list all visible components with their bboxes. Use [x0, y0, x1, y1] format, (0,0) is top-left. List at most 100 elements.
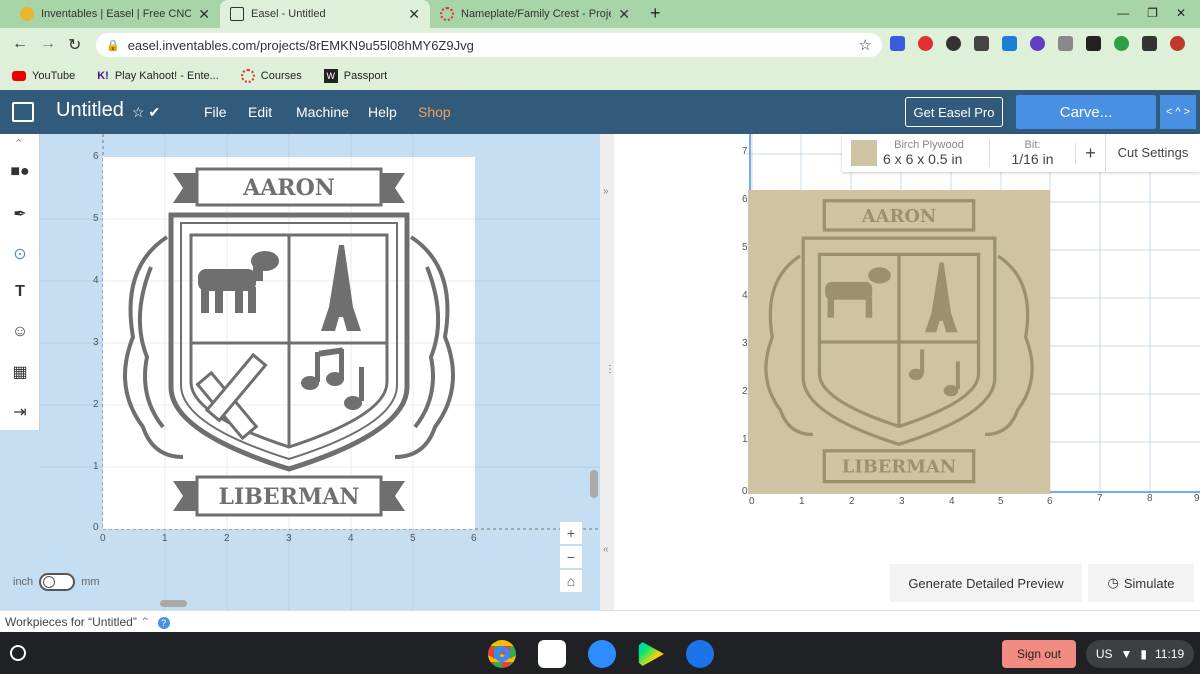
- pen-icon[interactable]: ✒: [8, 202, 32, 226]
- project-title[interactable]: Untitled: [56, 99, 124, 122]
- easel-logo-icon[interactable]: [12, 102, 34, 122]
- chrome-icon[interactable]: [488, 640, 516, 668]
- vertical-scrollbar[interactable]: [590, 470, 598, 498]
- icons-smiley-icon[interactable]: ☺: [8, 320, 32, 344]
- new-tab-button[interactable]: +: [650, 3, 661, 24]
- panel-divider[interactable]: » ⋮ «: [600, 134, 615, 610]
- tab-inventables[interactable]: Inventables | Easel | Free CNC Software …: [10, 0, 220, 28]
- get-easel-pro-button[interactable]: Get Easel Pro: [905, 97, 1003, 127]
- extension-screen-icon[interactable]: [1002, 36, 1017, 51]
- url-field[interactable]: 🔒 easel.inventables.com/projects/8rEMKN9…: [96, 33, 882, 57]
- bookmark-courses[interactable]: Courses: [240, 69, 302, 83]
- tab-nameplate[interactable]: Nameplate/Family Crest - Project ✕: [430, 0, 640, 28]
- material-picker[interactable]: Birch Plywood 6 x 6 x 0.5 in: [883, 139, 975, 167]
- camera-icon[interactable]: [538, 640, 566, 668]
- extension-grammarly-icon[interactable]: [1114, 36, 1129, 51]
- launcher-icon[interactable]: [10, 645, 26, 661]
- status-tray[interactable]: US ▼ ▮ 11:19: [1086, 640, 1194, 668]
- easel-header: Untitled ☆ ✔ File Edit Machine Help Shop…: [0, 90, 1200, 134]
- shapes-icon[interactable]: ■●: [8, 160, 32, 184]
- menu-shop[interactable]: Shop: [418, 104, 451, 120]
- extension-adblock-icon[interactable]: [918, 36, 933, 51]
- menu-help[interactable]: Help: [368, 104, 397, 120]
- saved-check-icon: ✔: [148, 104, 161, 120]
- bookmark-youtube[interactable]: YouTube: [12, 70, 75, 82]
- minimize-icon[interactable]: —: [1117, 6, 1129, 20]
- zoom-in-button[interactable]: +: [560, 522, 582, 544]
- window-controls: — ❐ ✕: [1117, 6, 1186, 20]
- material-canvas[interactable]: AARON LIBERMAN: [103, 157, 475, 529]
- forward-icon[interactable]: →: [40, 35, 56, 53]
- text-icon[interactable]: T: [8, 280, 32, 304]
- px-tick: 5: [998, 496, 1004, 507]
- tab-title: Easel - Untitled: [251, 8, 326, 20]
- passport-icon: W: [323, 69, 338, 83]
- bookmark-star-icon[interactable]: ☆: [859, 36, 872, 54]
- tab-easel-untitled[interactable]: Easel - Untitled ✕: [220, 0, 430, 28]
- extension-c-icon[interactable]: [890, 36, 905, 51]
- restore-icon[interactable]: ❐: [1147, 6, 1158, 20]
- menu-machine[interactable]: Machine: [296, 104, 349, 120]
- zoom-controls: + − ⌂: [560, 522, 584, 592]
- material-swatch[interactable]: [851, 140, 877, 166]
- bookmark-passport[interactable]: W Passport: [323, 69, 387, 83]
- clock-time: 11:19: [1155, 647, 1185, 661]
- extension-copy-icon[interactable]: [1058, 36, 1073, 51]
- generate-preview-button[interactable]: Generate Detailed Preview: [890, 564, 1082, 602]
- cut-settings-button[interactable]: Cut Settings: [1105, 134, 1200, 172]
- help-icon[interactable]: ?: [157, 617, 170, 629]
- y-tick: 0: [93, 522, 99, 533]
- reload-icon[interactable]: ↻: [68, 35, 81, 55]
- horizontal-scrollbar[interactable]: [160, 600, 187, 607]
- target-icon[interactable]: ⊙: [8, 242, 32, 266]
- px-tick: 8: [1147, 493, 1153, 504]
- x-tick: 3: [286, 533, 292, 544]
- close-tab-icon[interactable]: ✕: [198, 6, 210, 23]
- zoom-icon[interactable]: [588, 640, 616, 668]
- bookmark-kahoot[interactable]: K! Play Kahoot! - Ente...: [97, 70, 219, 82]
- files-icon[interactable]: [686, 640, 714, 668]
- profile-avatar[interactable]: [1170, 36, 1185, 51]
- play-store-icon[interactable]: [638, 640, 664, 668]
- bookmarks-bar: YouTube K! Play Kahoot! - Ente... Course…: [0, 62, 1200, 90]
- collapse-toolbar-icon[interactable]: ⌃: [14, 137, 23, 150]
- menu-file[interactable]: File: [204, 104, 227, 120]
- sign-out-button[interactable]: Sign out: [1002, 640, 1076, 668]
- workpieces-bar[interactable]: Workpieces for “Untitled” ⌃ ?: [0, 610, 1200, 632]
- y-tick: 3: [93, 337, 99, 348]
- favorite-star-icon[interactable]: ☆: [132, 104, 145, 120]
- kahoot-icon: K!: [97, 70, 109, 82]
- crest-design[interactable]: AARON LIBERMAN: [103, 157, 475, 529]
- tab-strip: Inventables | Easel | Free CNC Software …: [0, 0, 1200, 28]
- carve-button[interactable]: Carve...: [1016, 95, 1156, 129]
- inventables-favicon-icon: [20, 7, 34, 21]
- extension-monitor-icon[interactable]: [1086, 36, 1101, 51]
- close-tab-icon[interactable]: ✕: [408, 6, 420, 23]
- tab-title: Inventables | Easel | Free CNC Software: [41, 8, 191, 20]
- extension-k-icon[interactable]: [1030, 36, 1045, 51]
- carved-crest-preview: AARON LIBERMAN: [764, 199, 1034, 484]
- extension-dropper-icon[interactable]: [946, 36, 961, 51]
- bookmark-label: Play Kahoot! - Ente...: [114, 70, 219, 82]
- extension-puzzle-dark-icon[interactable]: [974, 36, 989, 51]
- apps-blocks-icon[interactable]: ▦: [8, 360, 32, 384]
- import-icon[interactable]: ⇥: [8, 400, 32, 424]
- zoom-out-button[interactable]: −: [560, 546, 582, 568]
- expand-right-icon[interactable]: »: [603, 186, 609, 197]
- y-tick: 4: [93, 275, 99, 286]
- x-tick: 2: [224, 533, 230, 544]
- close-tab-icon[interactable]: ✕: [618, 6, 630, 23]
- py-tick: 6: [742, 194, 748, 205]
- simulate-button[interactable]: ◷ Simulate: [1088, 564, 1194, 602]
- unit-toggle[interactable]: [39, 573, 76, 591]
- expand-left-icon[interactable]: «: [603, 544, 609, 555]
- bit-picker[interactable]: Bit: 1/16 in: [989, 139, 1075, 167]
- expand-arrows-icon[interactable]: < ^ >: [1160, 95, 1196, 129]
- home-view-icon[interactable]: ⌂: [560, 570, 582, 592]
- chevron-up-icon[interactable]: ⌃: [140, 615, 150, 629]
- close-window-icon[interactable]: ✕: [1176, 6, 1186, 20]
- extensions-puzzle-icon[interactable]: [1142, 36, 1157, 51]
- back-icon[interactable]: ←: [12, 35, 28, 53]
- add-bit-button[interactable]: +: [1075, 142, 1105, 164]
- menu-edit[interactable]: Edit: [248, 104, 272, 120]
